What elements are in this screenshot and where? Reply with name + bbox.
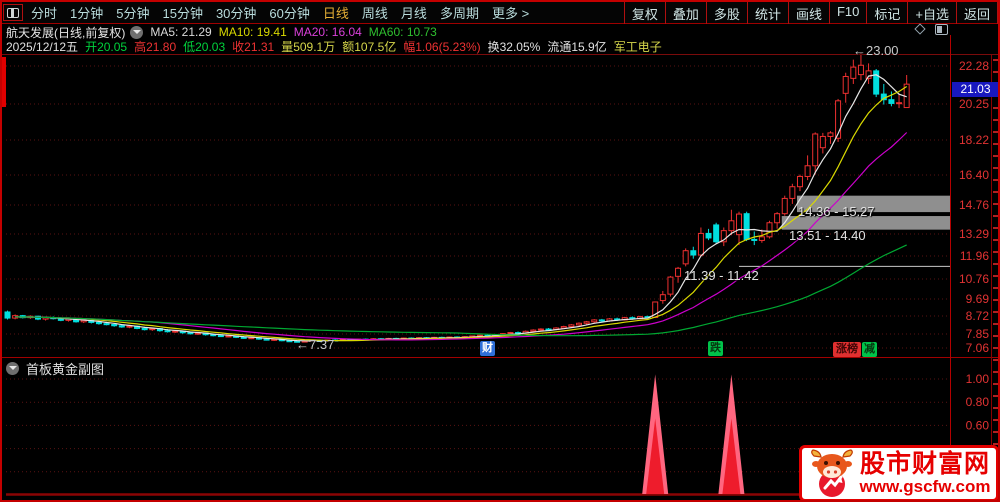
subchart-header: 首板黄金副图 (6, 359, 104, 378)
badge-die: 跌 (708, 341, 723, 356)
svg-text:16.40: 16.40 (959, 168, 989, 182)
badge-jian: 减 (862, 342, 877, 357)
svg-text:20.25: 20.25 (959, 97, 989, 111)
svg-text:9.69: 9.69 (966, 292, 990, 306)
svg-text:22.28: 22.28 (959, 59, 989, 73)
trading-app-window: 分时 1分钟 5分钟 15分钟 30分钟 60分钟 日线 周线 月线 多周期 更多 > 复权 叠加 多股… (0, 0, 1000, 502)
annotation-zone2: 13.51 - 14.40 (789, 228, 866, 243)
logo-url: www.gscfw.com (859, 477, 991, 496)
axis-labels: 22.28 20.25 18.22 16.40 14.76 13.29 11.96 10.76… (959, 59, 989, 432)
badge-zhangbang: 涨榜 (833, 342, 861, 357)
annotation-high: ←23.00 (853, 43, 899, 58)
svg-text:18.22: 18.22 (959, 133, 989, 147)
annotation-gap: 11.39 - 11.42 (684, 268, 759, 283)
candles (4, 52, 910, 343)
subchart-title: 首板黄金副图 (26, 362, 105, 377)
svg-text:7.06: 7.06 (966, 341, 990, 355)
badge-cai: 财 (480, 341, 495, 356)
annotation-zone1: 14.36 - 15.27 (798, 204, 875, 219)
current-price-tag: 21.03 (952, 82, 998, 97)
site-logo: 股市财富网 www.gscfw.com (799, 445, 998, 500)
logo-name: 股市财富网 (859, 450, 990, 478)
svg-text:13.29: 13.29 (959, 227, 989, 241)
left-scroll-accent (2, 57, 6, 107)
bull-mascot-icon (811, 448, 853, 497)
svg-text:8.72: 8.72 (966, 309, 990, 323)
svg-text:14.76: 14.76 (959, 198, 989, 212)
chevron-down-circle-icon[interactable] (6, 362, 19, 375)
svg-text:0.60: 0.60 (966, 418, 990, 432)
svg-text:1.00: 1.00 (966, 372, 990, 386)
ma-lines (15, 74, 908, 342)
candlestick-chart[interactable]: 22.28 20.25 18.22 16.40 14.76 13.29 11.96 10.76… (2, 2, 1000, 502)
svg-text:11.96: 11.96 (960, 249, 989, 263)
annotation-low: ←7.37 (296, 337, 335, 352)
svg-text:10.76: 10.76 (959, 272, 989, 286)
svg-text:0.80: 0.80 (966, 395, 990, 409)
svg-text:7.85: 7.85 (966, 327, 990, 341)
